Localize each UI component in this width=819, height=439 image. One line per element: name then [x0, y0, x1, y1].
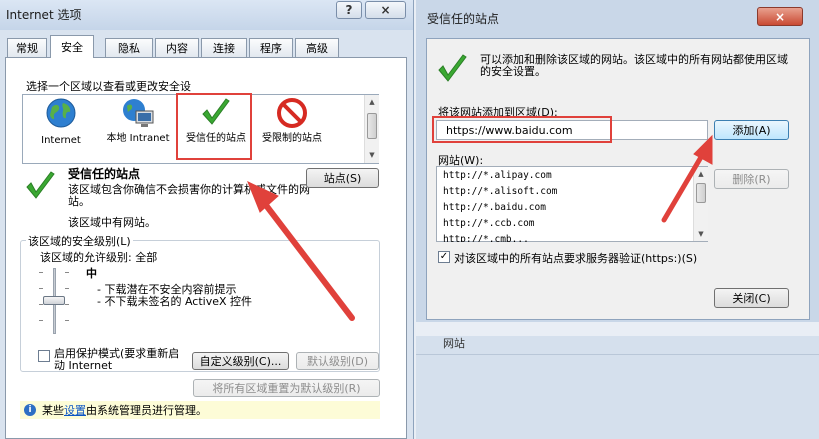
background-window-region: 网站: [416, 322, 819, 439]
checkmark-icon: [26, 171, 55, 199]
help-button[interactable]: ?: [336, 1, 362, 19]
tab-content[interactable]: 内容: [155, 38, 199, 57]
sites-button[interactable]: 站点(S): [306, 168, 379, 188]
protected-mode-checkbox[interactable]: [38, 350, 50, 362]
selected-zone-sites-note: 该区域中有网站。: [68, 216, 156, 229]
intranet-icon: [123, 99, 154, 127]
title-bar: Internet 选项 ? ×: [0, 0, 413, 30]
tab-security[interactable]: 安全: [50, 35, 94, 58]
settings-link[interactable]: 设置: [64, 402, 86, 418]
scroll-up-icon[interactable]: ▲: [367, 98, 377, 106]
default-level-button[interactable]: 默认级别(D): [296, 352, 379, 370]
security-level-name: 中: [86, 267, 97, 280]
zone-internet[interactable]: Internet: [31, 97, 91, 159]
annotation-highlight-trusted: [176, 93, 252, 160]
restricted-icon: [277, 98, 307, 128]
security-level-label: 该区域的安全级别(L): [26, 233, 133, 249]
slider-thumb[interactable]: [43, 296, 65, 305]
close-dialog-button[interactable]: 关闭(C): [714, 288, 789, 308]
tab-advanced[interactable]: 高级: [295, 38, 339, 57]
trusted-sites-window: 受信任的站点 × 可以添加和删除该区域的网站。该区域中的所有网站都使用区域的安全…: [416, 0, 819, 439]
scroll-down-icon[interactable]: ▼: [367, 151, 377, 159]
background-sites-label: 网站: [443, 337, 465, 350]
window-title: Internet 选项: [6, 8, 82, 22]
admin-notice-prefix: 某些: [42, 404, 64, 417]
reset-all-zones-button[interactable]: 将所有区域重置为默认级别(R): [193, 379, 380, 397]
sites-list-scrollbar[interactable]: ▲ ▼: [693, 167, 708, 241]
zone-internet-label: Internet: [41, 135, 81, 146]
zone-local-intranet[interactable]: 本地 Intranet: [105, 97, 171, 159]
zone-instruction: 选择一个区域以查看或更改安全设: [26, 80, 191, 93]
sites-list[interactable]: http://*.alipay.com http://*.alisoft.com…: [436, 166, 708, 242]
list-item[interactable]: http://*.alipay.com: [443, 170, 552, 181]
dialog-close-button[interactable]: ×: [757, 7, 803, 26]
list-item[interactable]: http://*.ccb.com: [443, 218, 535, 229]
list-item[interactable]: http://*.cmb...: [443, 234, 529, 242]
list-item[interactable]: http://*.alisoft.com: [443, 186, 557, 197]
tab-general[interactable]: 常规: [7, 38, 47, 57]
scroll-up-icon[interactable]: ▲: [696, 170, 706, 178]
zone-restricted-sites[interactable]: 受限制的站点: [257, 97, 327, 159]
protected-mode-label: 启用保护模式(要求重新启动 Internet: [54, 347, 180, 372]
admin-notice: i 某些 设置 由系统管理员进行管理。: [20, 401, 380, 419]
tab-connections[interactable]: 连接: [201, 38, 247, 57]
trusted-sites-title: 受信任的站点: [427, 12, 500, 26]
https-required-checkbox[interactable]: ✓: [438, 251, 450, 263]
custom-level-button[interactable]: 自定义级别(C)...: [192, 352, 289, 370]
trusted-sites-info: 可以添加和删除该区域的网站。该区域中的所有网站都使用区域的安全设置。: [480, 53, 788, 78]
info-icon: i: [24, 404, 36, 416]
checkmark-icon: [438, 54, 467, 82]
internet-options-window: Internet 选项 ? × 常规 安全 隐私 内容 连接 程序 高级 选择一…: [0, 0, 414, 439]
allowed-levels-text: 该区域的允许级别: 全部: [40, 251, 158, 264]
zone-restricted-label: 受限制的站点: [262, 133, 322, 144]
add-button[interactable]: 添加(A): [714, 120, 789, 140]
zone-list-scrollbar[interactable]: ▲ ▼: [364, 95, 379, 163]
remove-button[interactable]: 删除(R): [714, 169, 789, 189]
close-button[interactable]: ×: [365, 1, 406, 19]
admin-notice-suffix: 由系统管理员进行管理。: [86, 404, 207, 417]
globe-icon: [46, 98, 76, 128]
tab-programs[interactable]: 程序: [249, 38, 293, 57]
scroll-down-icon[interactable]: ▼: [696, 230, 706, 238]
scroll-thumb[interactable]: [367, 113, 377, 139]
https-required-label: 对该区域中的所有站点要求服务器验证(https:)(S): [454, 252, 698, 265]
security-level-bullet-2: - 不下载未签名的 ActiveX 控件: [97, 295, 253, 308]
zone-intranet-label: 本地 Intranet: [106, 133, 170, 144]
tab-privacy[interactable]: 隐私: [105, 38, 153, 57]
security-level-slider[interactable]: [38, 266, 70, 336]
annotation-highlight-url: [432, 116, 612, 143]
scroll-thumb[interactable]: [696, 183, 706, 203]
list-item[interactable]: http://*.baidu.com: [443, 202, 546, 213]
selected-zone-title: 受信任的站点: [68, 167, 141, 181]
selected-zone-description: 该区域包含你确信不会损害你的计算机或文件的网站。: [68, 183, 310, 208]
